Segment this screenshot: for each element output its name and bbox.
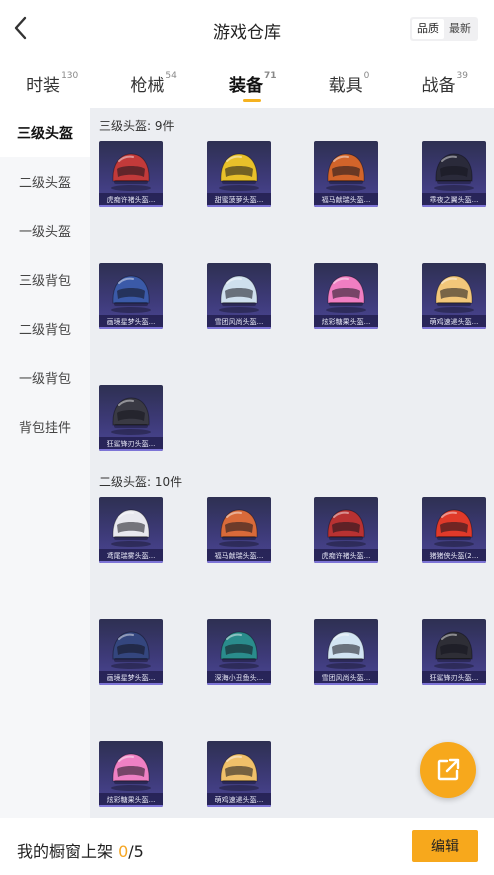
tab-label: 枪械 [130, 76, 165, 96]
bottom-bar: 我的橱窗上架 0/5 编辑 [0, 818, 494, 875]
sidebar: 三级头盔 二级头盔 一级头盔 三级背包 二级背包 一级背包 背包挂件 [0, 108, 90, 818]
sidebar-item-level1-helmet[interactable]: 一级头盔 [0, 206, 90, 255]
candy-helmet-icon [326, 275, 366, 313]
share-button[interactable] [420, 742, 476, 798]
dark-wing-helmet-icon [434, 153, 474, 191]
card-rim [99, 561, 163, 563]
clownfish-helmet-icon [219, 631, 259, 669]
tab-count: 54 [165, 71, 177, 81]
card-rim [207, 805, 271, 807]
card-rim [99, 205, 163, 207]
sort-toggle: 品质 最新 [410, 17, 478, 41]
header: 游戏仓库 品质 最新 [0, 0, 494, 58]
item-card[interactable]: 深海小丑鱼头... [207, 619, 271, 685]
sidebar-item-level3-helmet[interactable]: 三级头盔 [0, 108, 90, 157]
item-card[interactable]: 狂鲨锋刃头盔... [99, 385, 163, 451]
snowball-helmet-icon [326, 631, 366, 669]
item-card[interactable]: 虎痴许褚头盔... [99, 141, 163, 207]
sort-latest-button[interactable]: 最新 [444, 19, 476, 39]
card-rim [207, 205, 271, 207]
card-rim [314, 683, 378, 685]
item-card[interactable]: 雪团风尚头盔... [314, 619, 378, 685]
tab-supplies[interactable]: 战备39 [421, 71, 467, 96]
item-card[interactable]: 画境星梦头盔... [99, 263, 163, 329]
pig-helmet-icon [434, 509, 474, 547]
tab-label: 时装 [26, 76, 61, 96]
tiger-helmet-icon [111, 153, 151, 191]
card-rim [99, 683, 163, 685]
tab-label: 装备 [228, 76, 263, 96]
sidebar-item-level1-backpack[interactable]: 一级背包 [0, 353, 90, 402]
sort-quality-button[interactable]: 品质 [412, 19, 444, 39]
horse-helmet-icon [219, 509, 259, 547]
card-rim [422, 561, 486, 563]
card-rim [207, 561, 271, 563]
sidebar-item-level2-helmet[interactable]: 二级头盔 [0, 157, 90, 206]
section-title: 二级头盔: 10件 [99, 475, 183, 489]
card-rim [422, 327, 486, 329]
chick-helmet-icon [434, 275, 474, 313]
card-rim [314, 205, 378, 207]
edit-button[interactable]: 编辑 [412, 830, 478, 862]
category-tabs: 时装130 枪械54 装备71 载具0 战备39 [0, 60, 494, 106]
item-card[interactable]: 萌鸡速递头盔... [422, 263, 486, 329]
sidebar-item-level3-backpack[interactable]: 三级背包 [0, 255, 90, 304]
item-card[interactable]: 炫彩糖果头盔... [314, 263, 378, 329]
item-card[interactable]: 虎痴许褚头盔... [314, 497, 378, 563]
tab-label: 战备 [421, 76, 456, 96]
iris-helmet-icon [111, 509, 151, 547]
active-tab-indicator [242, 99, 261, 102]
item-card[interactable]: 萌鸡速递头盔... [207, 741, 271, 807]
showcase-status: 我的橱窗上架 0/5 [17, 838, 144, 862]
section-title: 三级头盔: 9件 [99, 119, 175, 133]
horse-helmet-icon [326, 153, 366, 191]
showcase-label: 我的橱窗上架 [17, 842, 119, 861]
card-rim [99, 327, 163, 329]
tab-count: 39 [456, 71, 468, 81]
item-card[interactable]: 乖夜之翼头盔... [422, 141, 486, 207]
tab-fashion[interactable]: 时装130 [26, 71, 78, 96]
card-rim [99, 805, 163, 807]
tab-count: 0 [363, 71, 370, 81]
showcase-current-count: 0 [118, 842, 129, 861]
snowball-helmet-icon [219, 275, 259, 313]
item-card[interactable]: 雪团风尚头盔... [207, 263, 271, 329]
showcase-total: /5 [128, 842, 144, 861]
card-rim [314, 561, 378, 563]
item-card[interactable]: 福马献瑞头盔... [314, 141, 378, 207]
card-rim [422, 683, 486, 685]
sidebar-item-backpack-charm[interactable]: 背包挂件 [0, 402, 90, 451]
tiger-helmet-icon [326, 509, 366, 547]
item-card[interactable]: 福马献瑞头盔... [207, 497, 271, 563]
card-rim [207, 327, 271, 329]
shark-helmet-icon [111, 397, 151, 435]
item-card[interactable]: 鸢尾瑞雾头盔... [99, 497, 163, 563]
tab-label: 载具 [328, 76, 363, 96]
item-grid: 三级头盔: 9件虎痴许褚头盔... 甜蜜菠萝头盔... 福马献瑞头盔... 乖夜之翼头… [90, 108, 494, 818]
tab-count: 130 [61, 71, 79, 81]
card-rim [314, 327, 378, 329]
item-card[interactable]: 狂鲨锋刃头盔... [422, 619, 486, 685]
starry-helmet-icon [111, 275, 151, 313]
tab-equipment[interactable]: 装备71 [228, 71, 277, 102]
tab-vehicles[interactable]: 载具0 [329, 71, 370, 96]
candy-helmet-icon [111, 753, 151, 791]
starry-helmet-icon [111, 631, 151, 669]
item-card[interactable]: 甜蜜菠萝头盔... [207, 141, 271, 207]
item-card[interactable]: 猪猪侠头盔(2... [422, 497, 486, 563]
pineapple-helmet-icon [219, 153, 259, 191]
sidebar-item-level2-backpack[interactable]: 二级背包 [0, 304, 90, 353]
share-icon [437, 758, 460, 781]
card-rim [207, 683, 271, 685]
tab-guns[interactable]: 枪械54 [130, 71, 176, 96]
item-card[interactable]: 炫彩糖果头盔... [99, 741, 163, 807]
tab-count: 71 [263, 71, 277, 81]
card-rim [99, 449, 163, 451]
card-rim [422, 205, 486, 207]
item-card[interactable]: 画境星梦头盔... [99, 619, 163, 685]
shark-helmet-icon [434, 631, 474, 669]
chick-helmet-icon [219, 753, 259, 791]
